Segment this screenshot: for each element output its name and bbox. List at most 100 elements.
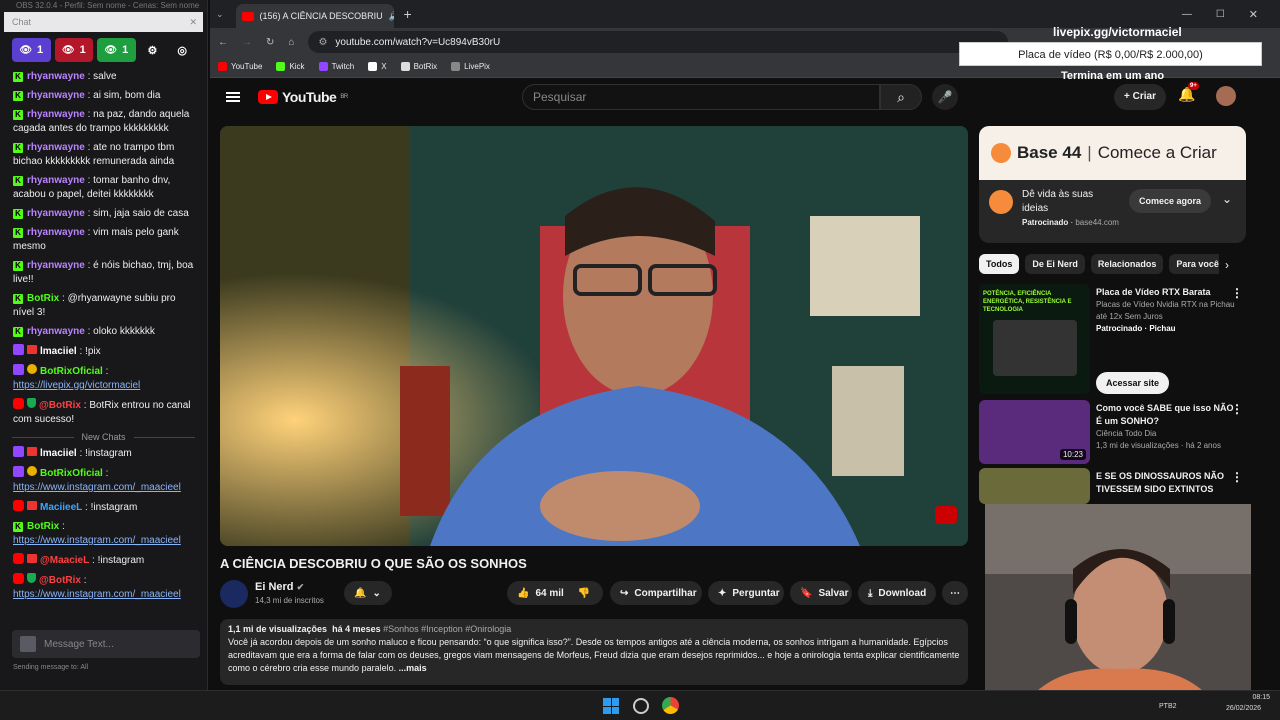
chat-message-input[interactable]: Message Text... xyxy=(12,630,200,658)
menu-icon[interactable] xyxy=(226,92,240,102)
new-tab-button[interactable]: + xyxy=(404,6,412,22)
close-window-icon[interactable]: ✕ xyxy=(1249,8,1258,21)
download-button[interactable]: ⤓ Download xyxy=(858,581,936,605)
avatar[interactable] xyxy=(1216,86,1236,106)
chat-username[interactable]: @BotRix xyxy=(39,400,81,411)
chat-message: @MaacieL : !instagram xyxy=(0,551,207,571)
chat-message: lmaciiel : !pix xyxy=(0,342,207,362)
channel-avatar[interactable] xyxy=(220,580,248,608)
language-indicator[interactable]: PTB2 xyxy=(1159,703,1177,710)
chat-username[interactable]: lmaciiel xyxy=(40,448,77,459)
subscribed-bell-button[interactable]: 🔔 ⌄ xyxy=(344,581,392,605)
chat-username[interactable]: @BotRix xyxy=(39,575,81,586)
chat-username[interactable]: rhyanwayne xyxy=(27,208,85,219)
chat-username[interactable]: rhyanwayne xyxy=(27,326,85,337)
bookmark-botrix[interactable]: BotRix xyxy=(400,62,437,71)
more-options-icon[interactable]: ⋮ xyxy=(1231,286,1243,300)
chat-username[interactable]: rhyanwayne xyxy=(27,71,85,82)
more-actions-button[interactable]: ⋯ xyxy=(942,581,968,605)
tab-search-icon[interactable]: ⌄ xyxy=(216,9,224,20)
url-input[interactable]: ⚙ youtube.com/watch?v=Uc894vB30rU xyxy=(308,31,1009,53)
video-player[interactable] xyxy=(220,126,968,546)
chat-message: Krhyanwayne : tomar banho dnv, acabou o … xyxy=(0,172,207,205)
more-link[interactable]: ...mais xyxy=(399,663,427,673)
chat-username[interactable]: BotRix xyxy=(27,521,59,532)
chat-username[interactable]: lmaciiel xyxy=(40,346,77,357)
kick-icon: K xyxy=(13,209,23,219)
search-input[interactable]: Pesquisar xyxy=(522,84,880,110)
filter-chip[interactable]: De Ei Nerd xyxy=(1025,254,1085,274)
filter-chip[interactable]: Relacionados xyxy=(1090,254,1164,274)
eye-icon: 👁 xyxy=(19,44,33,56)
obs-icon[interactable] xyxy=(633,698,649,714)
chat-link[interactable]: https://www.instagram.com/_maacieel xyxy=(13,535,181,546)
thumbs-down-icon[interactable]: 👎 xyxy=(578,588,590,599)
close-icon[interactable]: ✕ xyxy=(189,12,203,32)
maximize-icon[interactable]: ☐ xyxy=(1216,9,1225,20)
chrome-icon[interactable] xyxy=(662,697,679,714)
bookmark-livepix[interactable]: LivePix xyxy=(451,62,490,71)
ask-button[interactable]: ✦ Perguntar xyxy=(708,581,784,605)
video-description[interactable]: 1,1 mi de visualizações há 4 meses #Sonh… xyxy=(220,619,968,685)
share-button[interactable]: ↪ Compartilhar xyxy=(610,581,702,605)
clock-time[interactable]: 08:15 xyxy=(1240,694,1270,701)
video-frame xyxy=(220,126,968,546)
tab-youtube[interactable]: (156) A CIÊNCIA DESCOBRIU 🔊 ✕ xyxy=(235,4,394,28)
chat-text: !instagram xyxy=(90,502,138,513)
chat-username[interactable]: BotRixOficial xyxy=(40,366,103,377)
notifications-icon[interactable]: 🔔 9+ xyxy=(1178,82,1199,103)
kick-icon xyxy=(276,62,286,71)
chat-username[interactable]: rhyanwayne xyxy=(27,109,85,120)
microphone-icon[interactable]: 🎤 xyxy=(932,84,958,110)
chat-username[interactable]: BotRix xyxy=(27,293,59,304)
site-info-icon[interactable]: ⚙ xyxy=(318,37,327,48)
chat-username[interactable]: rhyanwayne xyxy=(27,175,85,186)
chat-username[interactable]: @MaacieL xyxy=(40,555,89,566)
chat-link[interactable]: https://www.instagram.com/_maacieel xyxy=(13,589,181,600)
forward-icon[interactable]: → xyxy=(242,37,252,48)
chat-username[interactable]: MaciieeL xyxy=(40,502,82,513)
gear-icon[interactable]: ⚙ xyxy=(140,38,166,62)
clock-date[interactable]: 26/02/2026 xyxy=(1226,705,1261,712)
home-icon[interactable]: ⌂ xyxy=(288,37,294,48)
youtube-logo[interactable]: YouTube BR xyxy=(258,89,348,105)
sponsored-ad[interactable]: Base 44 | Comece a Criar Dê vida às suas i… xyxy=(979,126,1246,243)
chat-username[interactable]: rhyanwayne xyxy=(27,260,85,271)
bookmark-youtube[interactable]: YouTube xyxy=(218,62,262,71)
list-item[interactable]: E SE OS DINOSSAUROS NÃO TIVESSEM SIDO EX… xyxy=(979,468,1249,504)
ad-cta-button[interactable]: Comece agora xyxy=(1129,189,1212,213)
chevron-right-icon[interactable]: › xyxy=(1225,258,1229,272)
audio-icon[interactable]: 🔊 xyxy=(389,11,394,22)
chat-username[interactable]: rhyanwayne xyxy=(27,227,85,238)
filter-chip[interactable]: Para você xyxy=(1169,254,1219,274)
bookmark-x[interactable]: X xyxy=(368,62,387,71)
goal-deadline-overlay: Termina em um ano xyxy=(1061,70,1165,82)
minimize-icon[interactable]: — xyxy=(1182,9,1192,20)
more-options-icon[interactable]: ⋮ xyxy=(1231,402,1243,416)
filter-chip[interactable]: Todos xyxy=(979,254,1020,274)
list-item[interactable]: POTÊNCIA, EFICIÊNCIA ENERGÉTICA, RESISTÊ… xyxy=(979,284,1249,396)
chat-username[interactable]: BotRixOficial xyxy=(40,468,103,479)
chat-link[interactable]: https://www.instagram.com/_maacieel xyxy=(13,482,181,493)
compass-icon[interactable]: ◎ xyxy=(169,38,195,62)
back-icon[interactable]: ← xyxy=(218,37,228,48)
like-button[interactable]: 👍 64 mil 👎 xyxy=(507,581,603,605)
search-icon[interactable]: ⌕ xyxy=(880,84,922,110)
chevron-down-icon[interactable]: ⌄ xyxy=(1222,192,1232,206)
chat-username[interactable]: rhyanwayne xyxy=(27,90,85,101)
windows-start-icon[interactable] xyxy=(603,698,619,714)
livepix-url-overlay: livepix.gg/victormaciel xyxy=(1053,25,1182,39)
visit-site-button[interactable]: Acessar site xyxy=(1096,372,1170,394)
create-button[interactable]: + Criar xyxy=(1114,84,1166,110)
reload-icon[interactable]: ↻ xyxy=(266,37,274,48)
bookmark-twitch[interactable]: Twitch xyxy=(318,62,355,71)
bookmark-kick[interactable]: Kick xyxy=(276,62,305,71)
channel-name[interactable]: Ei Nerd ✔ xyxy=(255,581,304,593)
chat-colon: : xyxy=(84,142,94,153)
list-item[interactable]: 10:23 Como você SABE que isso NÃO É um S… xyxy=(979,400,1249,468)
more-options-icon[interactable]: ⋮ xyxy=(1231,470,1243,484)
bookmark-label: Twitch xyxy=(331,62,355,71)
chat-username[interactable]: rhyanwayne xyxy=(27,142,85,153)
save-button[interactable]: 🔖 Salvar xyxy=(790,581,852,605)
chat-link[interactable]: https://livepix.gg/victormaciel xyxy=(13,380,140,391)
